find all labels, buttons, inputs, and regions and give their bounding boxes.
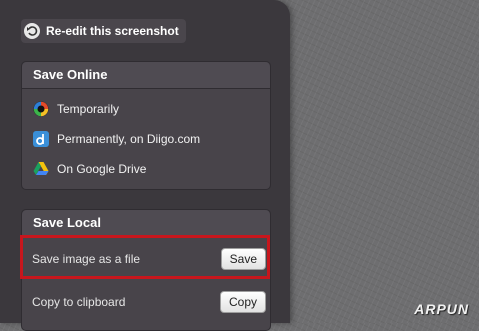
save-local-section: Save Local Save image as a file Save Cop… xyxy=(21,209,271,331)
save-diigo-option[interactable]: Permanently, on Diigo.com xyxy=(22,124,270,154)
save-diigo-label: Permanently, on Diigo.com xyxy=(57,132,201,146)
save-file-label: Save image as a file xyxy=(32,252,141,266)
save-temporarily-label: Temporarily xyxy=(57,102,120,116)
watermark: ARPUN xyxy=(414,301,469,317)
save-temporarily-option[interactable]: Temporarily xyxy=(22,94,270,124)
save-local-title: Save Local xyxy=(22,210,270,237)
save-online-section: Save Online Temporarily Permanently, on … xyxy=(21,61,271,190)
side-panel: Re-edit this screenshot Save Online Temp… xyxy=(0,0,290,331)
reedit-label: Re-edit this screenshot xyxy=(46,24,179,38)
save-google-drive-option[interactable]: On Google Drive xyxy=(22,154,270,184)
reedit-button[interactable]: Re-edit this screenshot xyxy=(21,19,186,43)
camera-lens-icon xyxy=(33,101,49,117)
undo-icon xyxy=(24,23,40,39)
copy-clipboard-row: Copy to clipboard Copy xyxy=(32,287,266,317)
save-google-drive-label: On Google Drive xyxy=(57,162,147,176)
google-drive-icon xyxy=(33,161,49,177)
copy-clipboard-label: Copy to clipboard xyxy=(32,295,126,309)
save-online-title: Save Online xyxy=(22,62,270,89)
copy-button[interactable]: Copy xyxy=(219,291,266,313)
save-file-row: Save image as a file Save xyxy=(32,244,266,274)
save-button[interactable]: Save xyxy=(220,248,266,270)
diigo-icon xyxy=(33,131,49,147)
